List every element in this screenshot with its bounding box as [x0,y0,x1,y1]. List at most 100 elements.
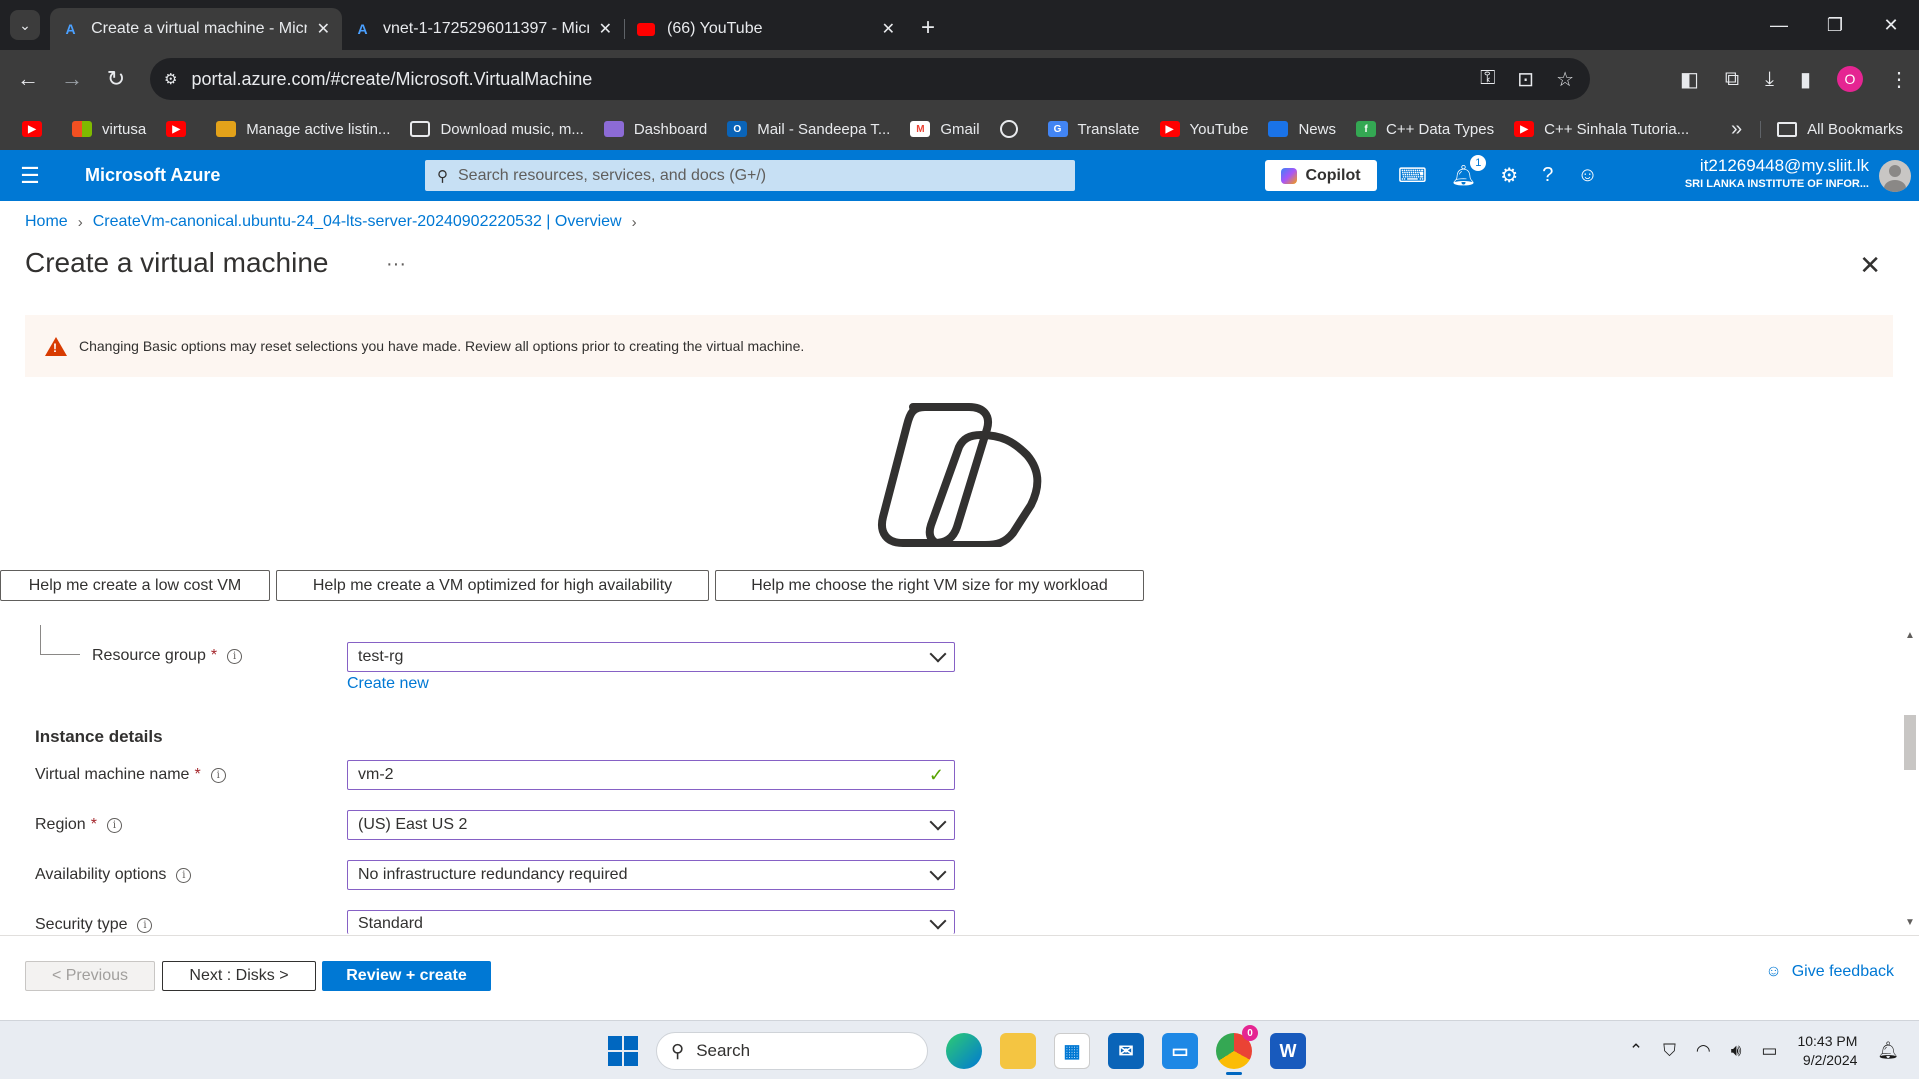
forward-icon[interactable]: → [50,66,94,92]
copilot-button[interactable]: Copilot [1265,160,1377,191]
next-disks-button[interactable]: Next : Disks > [162,961,316,991]
form-scrollbar[interactable]: ▲ ▼ [1901,625,1919,930]
chevron-up-icon[interactable]: ⌃ [1629,1041,1643,1061]
close-window-icon[interactable]: ✕ [1863,15,1919,36]
bookmark-youtube[interactable]: ▶ [158,121,204,137]
scroll-thumb[interactable] [1904,715,1916,770]
start-icon[interactable] [608,1036,638,1066]
volume-icon[interactable]: 🔊︎ [1731,1041,1742,1061]
bookmark-manage-listings[interactable]: Manage active listin... [208,121,398,138]
mail-icon[interactable]: ✉ [1108,1033,1144,1069]
breadcrumb-home[interactable]: Home [25,213,68,231]
back-icon[interactable]: ← [6,66,50,92]
check-icon: ✓ [928,764,944,785]
store-icon[interactable]: ▦ [1054,1033,1090,1069]
bookmarks-bar: ▶ virtusa ▶ Manage active listin... Down… [0,108,1919,150]
close-blade-icon[interactable]: ✕ [1859,250,1881,281]
bookmark-gmail[interactable]: M Gmail [902,121,987,138]
prompt-high-availability-button[interactable]: Help me create a VM optimized for high a… [276,570,709,601]
bookmark-cpp-sinhala[interactable]: ▶ C++ Sinhala Tutoria... [1506,121,1697,138]
extension-c-icon[interactable]: ◧ [1680,67,1699,92]
tree-connector [40,625,80,655]
downloads-icon[interactable]: ⤓ [1765,68,1774,91]
notification-bell-icon[interactable]: 🔔︎ [1877,1041,1899,1061]
bookmark-star-icon[interactable]: ☆ [1556,67,1574,92]
chrome-icon[interactable]: 0 [1216,1025,1258,1075]
info-icon[interactable]: i [106,817,122,833]
give-feedback-link[interactable]: ☺ Give feedback [1765,963,1894,981]
browser-menu-icon[interactable]: ⋮ [1889,67,1909,92]
minimize-icon[interactable]: — [1751,15,1807,36]
vm-name-input[interactable]: vm-2 ✓ [347,760,955,790]
bookmark-icon [216,121,237,137]
password-key-icon[interactable]: ⚿ [1480,67,1495,92]
settings-gear-icon[interactable]: ⚙ [1500,163,1518,188]
prompt-vm-size-button[interactable]: Help me choose the right VM size for my … [715,570,1144,601]
notifications-icon[interactable]: 🔔︎ 1 [1451,155,1487,188]
taskbar-search[interactable]: ⚲ Search [656,1032,928,1070]
all-bookmarks[interactable]: All Bookmarks [1760,120,1919,138]
bookmark-translate[interactable]: G Translate [1040,121,1148,138]
more-options-icon[interactable]: ··· [386,253,406,276]
bookmark-youtube-named[interactable]: ▶ YouTube [1152,121,1257,138]
restore-icon[interactable]: ❐ [1807,15,1863,36]
info-icon[interactable]: i [210,767,226,783]
security-type-select[interactable]: Standard [347,910,955,934]
region-select[interactable]: (US) East US 2 [347,810,955,840]
info-icon[interactable]: i [227,648,243,664]
breadcrumb-overview[interactable]: CreateVm-canonical.ubuntu-24_04-lts-serv… [93,213,622,231]
edge-icon[interactable] [946,1033,982,1069]
tab-youtube[interactable]: (66) YouTube ✕ [625,8,907,50]
tab-search-menu[interactable]: ⌄ [10,10,40,40]
bookmark-dashboard[interactable]: Dashboard [596,121,715,138]
portal-menu-icon[interactable]: ☰ [0,163,60,189]
remote-desktop-icon[interactable]: ▭ [1162,1033,1198,1069]
availability-options-select[interactable]: No infrastructure redundancy required [347,860,955,890]
battery-icon[interactable]: ▭ [1761,1041,1777,1061]
azure-brand[interactable]: Microsoft Azure [85,165,220,186]
info-icon[interactable]: i [176,867,192,883]
url-text[interactable]: portal.azure.com/#create/Microsoft.Virtu… [191,69,592,90]
tab-vnet[interactable]: A vnet-1-1725296011397 - Micro ✕ [342,8,624,50]
prompt-low-cost-vm-button[interactable]: Help me create a low cost VM [0,570,270,601]
extensions-puzzle-icon[interactable]: ⧉ [1725,68,1739,91]
tab-create-vm[interactable]: A Create a virtual machine - Micro ✕ [50,8,342,50]
feedback-icon[interactable]: ☺ [1577,164,1597,187]
bookmark-globe[interactable] [992,120,1036,138]
reload-icon[interactable]: ↻ [94,66,138,92]
profile-avatar[interactable]: O [1837,66,1863,92]
close-tab-icon[interactable]: ✕ [589,19,612,39]
security-shield-icon[interactable]: ⛉ [1663,1041,1676,1061]
bookmark-news[interactable]: News [1260,121,1344,138]
bookmark-youtube[interactable]: ▶ [14,121,60,137]
info-icon[interactable]: i [137,917,153,933]
global-search-input[interactable]: ⚲ Search resources, services, and docs (… [425,160,1075,191]
vm-name-label: Virtual machine name * i [35,766,226,784]
site-info-icon[interactable]: ⚙ [164,70,177,88]
scroll-down-icon[interactable]: ▼ [1905,917,1915,928]
word-icon[interactable]: W [1270,1033,1306,1069]
resource-group-select[interactable]: test-rg [347,642,955,672]
new-tab-icon[interactable]: + [921,14,935,42]
more-bookmarks-icon[interactable]: » [1717,118,1756,141]
address-bar[interactable]: ⚙ portal.azure.com/#create/Microsoft.Vir… [150,58,1590,100]
close-tab-icon[interactable]: ✕ [307,19,330,39]
help-icon[interactable]: ? [1542,164,1553,187]
avatar[interactable] [1879,160,1911,192]
review-create-button[interactable]: Review + create [322,961,491,991]
account-info[interactable]: it21269448@my.sliit.lk SRI LANKA INSTITU… [1685,156,1869,190]
scroll-up-icon[interactable]: ▲ [1905,630,1915,641]
close-tab-icon[interactable]: ✕ [872,19,895,39]
side-panel-icon[interactable]: ▮ [1800,67,1811,92]
wifi-icon[interactable]: ◠ [1696,1041,1711,1061]
create-new-link[interactable]: Create new [347,675,429,693]
previous-button[interactable]: < Previous [25,961,155,991]
bookmark-cpp-data-types[interactable]: f C++ Data Types [1348,121,1502,138]
bookmark-download-music[interactable]: Download music, m... [402,121,591,138]
clock[interactable]: 10:43 PM 9/2/2024 [1797,1032,1857,1070]
bookmark-virtusa[interactable]: virtusa [64,121,154,138]
install-app-icon[interactable]: ⊡ [1517,67,1534,92]
cloud-shell-icon[interactable]: ⌨ [1398,163,1427,188]
file-explorer-icon[interactable] [1000,1033,1036,1069]
bookmark-mail[interactable]: O Mail - Sandeepa T... [719,121,898,138]
